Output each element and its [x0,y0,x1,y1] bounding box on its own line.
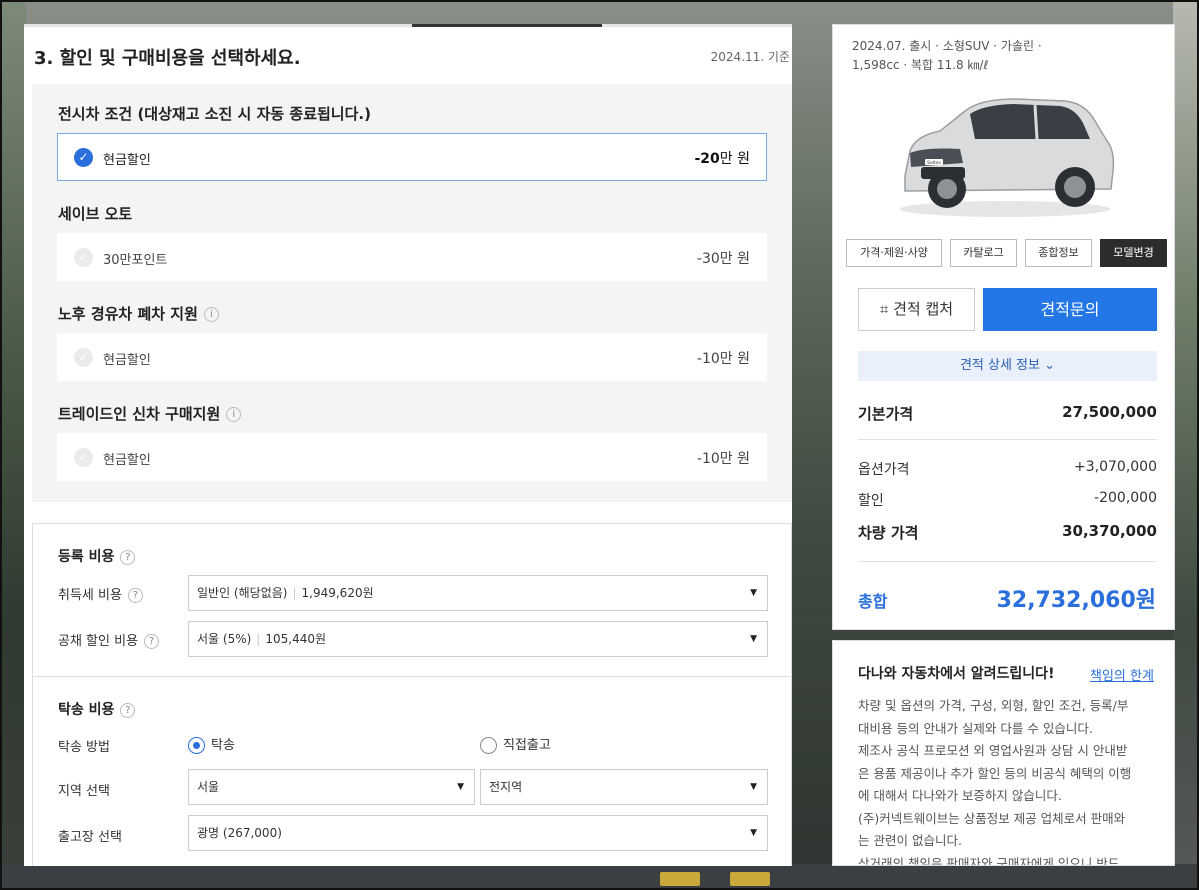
road-marking [730,872,770,886]
chevron-down-icon: ▼ [457,782,464,792]
chevron-down-icon: ▼ [750,634,757,644]
field-label: 공채 할인 비용? [58,630,160,649]
check-icon: ✓ [74,248,93,267]
background-road [0,864,1199,890]
total-value: 32,732,060원 [996,588,1156,613]
section-divider [33,676,791,677]
radio-icon [188,737,205,754]
delivery-heading: 탁송 비용? [58,699,136,719]
catalog-button[interactable]: 카탈로그 [950,239,1017,267]
field-label: 탁송 방법 [58,740,110,755]
liability-link[interactable]: 책임의 한계 [1090,665,1154,684]
check-icon: ✓ [74,148,93,167]
registration-heading: 등록 비용? [58,546,136,566]
notice-panel: 다나와 자동차에서 알려드립니다! 책임의 한계 차량 및 옵션의 가격, 구성… [832,640,1175,866]
option-label: 현금할인 [103,353,151,368]
discount-row: 할인 -200,000 [858,490,1157,509]
field-label: 지역 선택 [58,784,110,799]
car-badge: Seltos [927,160,941,166]
radio-icon [480,737,497,754]
option-amount: -30만 원 [696,251,750,267]
discount-option-diesel-scrap[interactable]: ✓ 현금할인 -10만 원 [57,333,767,381]
help-icon[interactable]: ? [120,549,136,565]
change-model-button[interactable]: 모델변경 [1100,239,1167,267]
base-price-row: 기본가격 27,500,000 [858,403,1157,423]
page-title: 3. 할인 및 구매비용을 선택하세요. [34,48,301,69]
spec-button[interactable]: 가격·제원·사양 [846,239,942,267]
reference-date: 2024.11. 기준 [710,50,790,64]
discount-group-title: 세이브 오토 [58,205,133,223]
discount-group-title: 노후 경유차 폐차 지원 i [58,303,219,324]
chevron-down-icon: ▼ [750,588,757,598]
check-icon: ✓ [74,348,93,367]
option-amount: -20만 원 [694,151,750,167]
option-label: 현금할인 [103,453,151,468]
discount-group-title: 전시차 조건 (대상재고 소진 시 자동 종료됩니다.) [58,105,371,123]
price-divider [858,439,1157,440]
bond-discount-select[interactable]: 서울 (5%) | 105,440원 ▼ [188,621,768,657]
option-amount: -10만 원 [696,351,750,367]
acquisition-tax-select[interactable]: 일반인 (해당없음) | 1,949,620원 ▼ [188,575,768,611]
field-label: 출고장 선택 [58,830,122,845]
option-label: 30만포인트 [103,253,168,268]
overview-button[interactable]: 종합정보 [1025,239,1092,267]
notice-body: 차량 및 옵션의 가격, 구성, 외형, 할인 조건, 등록/부 대비용 등의 … [858,698,1132,866]
background-right [1173,0,1199,890]
region-select[interactable]: 서울 ▼ [188,769,475,805]
step-progress-fill [412,24,602,27]
chevron-down-icon: ▼ [750,828,757,838]
help-icon[interactable]: ? [120,702,136,718]
option-price-row: 옵션가격 +3,070,000 [858,459,1157,478]
notice-title: 다나와 자동차에서 알려드립니다! [858,666,1055,682]
background-left [0,0,26,890]
option-label: 현금할인 [103,153,151,168]
discount-cost-panel: 3. 할인 및 구매비용을 선택하세요. 2024.11. 기준 전시차 조건 … [24,24,792,866]
discount-group-title: 트레이드인 신차 구매지원 i [58,403,242,424]
sub-region-select[interactable]: 전지역 ▼ [480,769,768,805]
car-spec: 2024.07. 출시 · 소형SUV · 가솔린 · 1,598cc · 복합… [852,39,1042,72]
estimate-capture-button[interactable]: ⌗ 견적 캡처 [858,288,975,331]
vehicle-price-row: 차량 가격 30,370,000 [858,522,1157,542]
help-icon[interactable]: ? [144,634,160,649]
step-progress-track [24,24,792,27]
check-icon: ✓ [74,448,93,467]
purchase-cost-section: 등록 비용? 취득세 비용? 일반인 (해당없음) | 1,949,620원 ▼ 공… [32,523,792,866]
crop-icon: ⌗ [879,300,889,318]
discount-section: 전시차 조건 (대상재고 소진 시 자동 종료됩니다.) ✓ 현금할인 -20만… [32,84,792,502]
estimate-detail-toggle[interactable]: 견적 상세 정보 ⌄ [858,351,1157,381]
radio-direct-pickup[interactable]: 직접출고 [480,734,551,754]
option-amount: -10만 원 [696,451,750,467]
road-marking [660,872,700,886]
info-icon[interactable]: i [203,307,219,322]
discount-option-trade-in[interactable]: ✓ 현금할인 -10만 원 [57,433,767,481]
factory-select[interactable]: 광명 (267,000) ▼ [188,815,768,851]
estimate-summary-panel: 2024.07. 출시 · 소형SUV · 가솔린 · 1,598cc · 복합… [832,24,1175,630]
car-image: Seltos [900,98,1115,217]
chevron-down-icon: ▼ [750,782,757,792]
chevron-down-icon: ⌄ [1044,358,1056,373]
discount-option-display-car[interactable]: ✓ 현금할인 -20만 원 [57,133,767,181]
info-icon[interactable]: i [226,407,242,422]
discount-option-save-auto[interactable]: ✓ 30만포인트 -30만 원 [57,233,767,281]
total-label: 총합 [858,592,888,611]
radio-delivery[interactable]: 탁송 [188,734,235,754]
estimate-inquiry-button[interactable]: 견적문의 [983,288,1157,331]
price-divider [858,561,1157,562]
help-icon[interactable]: ? [127,588,143,603]
field-label: 취득세 비용? [58,584,143,603]
